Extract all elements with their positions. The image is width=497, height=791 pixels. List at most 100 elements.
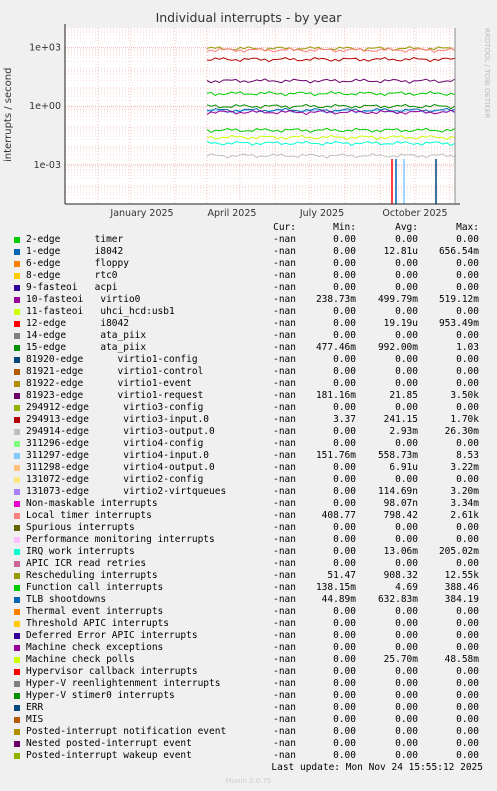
legend-min-value: 477.46m — [315, 342, 356, 353]
legend-swatch — [14, 693, 20, 699]
legend-row: 2-edge timer -nan 0.00 0.00 0.00 — [0, 234, 497, 246]
legend-row: Function call interrupts -nan 138.15m 4.69 3… — [0, 582, 497, 594]
col-header-cur: Cur: — [273, 222, 296, 233]
legend-series-name: 294913-edge virtio3-input.0 — [26, 414, 210, 425]
legend-series-name: Hyper-V stimer0 interrupts — [26, 690, 175, 701]
legend-avg-value: 908.32 — [383, 570, 418, 581]
legend-max-value: 3.50k — [450, 390, 479, 401]
legend-row: 10-fasteoi virtio0 -nan 238.73m 499.79m 519.… — [0, 294, 497, 306]
legend-row: 294914-edge virtio3-output.0 -nan 0.00 2.93… — [0, 426, 497, 438]
legend-max-value: 48.58m — [444, 654, 479, 665]
legend-cur-value: -nan — [273, 330, 296, 341]
legend-swatch — [14, 681, 20, 687]
legend-min-value: 0.00 — [333, 234, 356, 245]
col-header-max: Max: — [456, 222, 479, 233]
legend-min-value: 238.73m — [315, 294, 356, 305]
legend-swatch — [14, 645, 20, 651]
legend-swatch — [14, 489, 20, 495]
legend-series-name: Posted-interrupt notification event — [26, 726, 227, 737]
legend-row: TLB shootdowns -nan 44.89m 632.83m 384.19 — [0, 594, 497, 606]
legend-cur-value: -nan — [273, 318, 296, 329]
legend-max-value: 0.00 — [456, 750, 479, 761]
legend-min-value: 0.00 — [333, 318, 356, 329]
legend-row: 294913-edge virtio3-input.0 -nan 3.37 241.1… — [0, 414, 497, 426]
legend-swatch — [14, 321, 20, 327]
legend-max-value: 0.00 — [456, 678, 479, 689]
legend-min-value: 0.00 — [333, 666, 356, 677]
legend-min-value: 0.00 — [333, 630, 356, 641]
legend-min-value: 0.00 — [333, 546, 356, 557]
legend-row: Deferred Error APIC interrupts -nan 0.00 0.… — [0, 630, 497, 642]
legend-cur-value: -nan — [273, 666, 296, 677]
chart-plot: 1e+03 1e+00 1e-03 January 2025 April 2025 Jul… — [29, 24, 460, 219]
legend-series-name: 131073-edge virtio2-virtqueues — [26, 486, 227, 497]
legend-swatch — [14, 273, 20, 279]
legend-avg-value: 0.00 — [395, 354, 418, 365]
legend-cur-value: -nan — [273, 450, 296, 461]
legend-max-value: 0.00 — [456, 714, 479, 725]
legend-cur-value: -nan — [273, 414, 296, 425]
legend-cur-value: -nan — [273, 750, 296, 761]
legend-swatch — [14, 513, 20, 519]
legend-cur-value: -nan — [273, 582, 296, 593]
legend-min-value: 0.00 — [333, 246, 356, 257]
legend-row: Nested posted-interrupt event -nan 0.00 0.0… — [0, 738, 497, 750]
legend-avg-value: 632.83m — [377, 594, 418, 605]
last-update: Last update: Mon Nov 24 15:55:12 2025 — [271, 762, 483, 773]
legend-max-value: 0.00 — [456, 378, 479, 389]
legend-avg-value: 13.06m — [383, 546, 418, 557]
legend-row: Hyper-V stimer0 interrupts -nan 0.00 0.00 0.… — [0, 690, 497, 702]
legend-avg-value: 0.00 — [395, 282, 418, 293]
legend-cur-value: -nan — [273, 282, 296, 293]
legend-swatch — [14, 549, 20, 555]
legend-min-value: 0.00 — [333, 618, 356, 629]
col-header-min: Min: — [333, 222, 356, 233]
legend-series-name: Threshold APIC interrupts — [26, 618, 169, 629]
legend-series-name: 1-edge i8042 — [26, 246, 124, 257]
legend-max-value: 953.49m — [438, 318, 479, 329]
legend-avg-value: 0.00 — [395, 714, 418, 725]
legend-min-value: 0.00 — [333, 642, 356, 653]
legend-avg-value: 0.00 — [395, 702, 418, 713]
legend-swatch — [14, 297, 20, 303]
legend-row: MIS -nan 0.00 0.00 0.00 — [0, 714, 497, 726]
legend-max-value: 0.00 — [456, 270, 479, 281]
legend-cur-value: -nan — [273, 642, 296, 653]
legend-max-value: 0.00 — [456, 234, 479, 245]
legend-min-value: 0.00 — [333, 534, 356, 545]
legend-series-name: MIS — [26, 714, 44, 725]
legend-max-value: 0.00 — [456, 330, 479, 341]
col-header-avg: Avg: — [395, 222, 418, 233]
legend-row: Performance monitoring interrupts -nan 0.0… — [0, 534, 497, 546]
legend-swatch — [14, 357, 20, 363]
legend-min-value: 0.00 — [333, 438, 356, 449]
legend-min-value: 0.00 — [333, 462, 356, 473]
legend-cur-value: -nan — [273, 306, 296, 317]
legend-series-name: Hyper-V reenlightenment interrupts — [26, 678, 221, 689]
legend-cur-value: -nan — [273, 606, 296, 617]
legend-row: 81922-edge virtio1-event -nan 0.00 0.00 0.00 — [0, 378, 497, 390]
legend-avg-value: 0.00 — [395, 366, 418, 377]
legend-cur-value: -nan — [273, 714, 296, 725]
legend-row: IRQ work interrupts -nan 0.00 13.06m 205.02m — [0, 546, 497, 558]
legend-avg-value: 499.79m — [377, 294, 418, 305]
y-tick-label: 1e+03 — [29, 43, 61, 54]
legend-row: 294912-edge virtio3-config -nan 0.00 0.00 0.… — [0, 402, 497, 414]
legend-series-name: TLB shootdowns — [26, 594, 107, 605]
legend-avg-value: 0.00 — [395, 630, 418, 641]
legend-swatch — [14, 333, 20, 339]
legend-swatch — [14, 261, 20, 267]
legend-series-name: 11-fasteoi uhci_hcd:usb1 — [26, 306, 175, 317]
legend-avg-value: 4.69 — [395, 582, 418, 593]
legend-row: 9-fasteoi acpi -nan 0.00 0.00 0.00 — [0, 282, 497, 294]
legend-row: Machine check polls -nan 0.00 25.70m 48.58m — [0, 654, 497, 666]
legend-row: Posted-interrupt wakeup event -nan 0.00 0.0… — [0, 750, 497, 762]
legend-swatch — [14, 729, 20, 735]
x-tick-label: April 2025 — [208, 208, 257, 219]
legend-max-value: 0.00 — [456, 306, 479, 317]
legend-avg-value: 2.93m — [389, 426, 418, 437]
legend-row: Local timer interrupts -nan 408.77 798.42 2.… — [0, 510, 497, 522]
legend-row: Hypervisor callback interrupts -nan 0.00 0.… — [0, 666, 497, 678]
legend-swatch — [14, 705, 20, 711]
legend-swatch — [14, 741, 20, 747]
